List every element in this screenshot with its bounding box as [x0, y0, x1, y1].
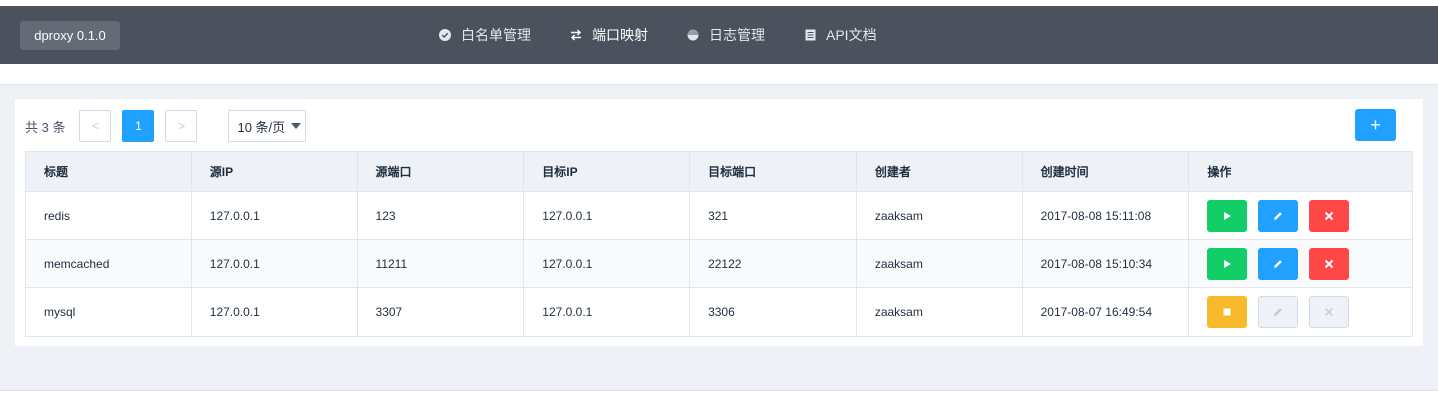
cell-created-time: 2017-08-08 15:11:08 [1023, 192, 1190, 239]
table-header: 标题 源IP 源端口 目标IP 目标端口 创建者 创建时间 操作 [26, 152, 1412, 192]
stop-icon [1223, 308, 1231, 316]
nav-item-label: API文档 [826, 27, 877, 43]
nav-item-label: 日志管理 [709, 27, 765, 43]
play-icon [1224, 211, 1232, 220]
port-mapping-table: 标题 源IP 源端口 目标IP 目标端口 创建者 创建时间 操作 redis 1… [25, 151, 1413, 337]
cell-dst-ip: 127.0.0.1 [524, 192, 691, 239]
cell-title: memcached [26, 240, 192, 287]
edit-button[interactable] [1258, 247, 1299, 280]
cell-creator: zaaksam [857, 240, 1023, 287]
close-icon [1325, 259, 1334, 268]
edit-button-disabled[interactable] [1258, 296, 1299, 328]
cell-dst-port: 3306 [690, 288, 857, 336]
cell-dst-ip: 127.0.0.1 [524, 288, 691, 336]
cell-dst-port: 22122 [690, 240, 857, 287]
cell-src-ip: 127.0.0.1 [192, 192, 358, 239]
close-icon [1325, 308, 1334, 316]
page-size-value: 10 条/页 [237, 119, 286, 135]
caret-down-icon [291, 123, 302, 129]
page-size-select[interactable]: 10 条/页 [228, 110, 307, 142]
table-row: mysql 127.0.0.1 3307 127.0.0.1 3306 zaak… [26, 288, 1412, 336]
cell-actions [1189, 192, 1412, 239]
stop-button[interactable] [1207, 296, 1248, 328]
cell-dst-ip: 127.0.0.1 [524, 240, 691, 287]
play-icon [1224, 259, 1232, 268]
add-mapping-button[interactable]: + [1355, 109, 1396, 141]
brand-logo[interactable]: dproxy 0.1.0 [20, 21, 120, 50]
pagination-total: 共 3 条 [25, 119, 66, 135]
column-header: 操作 [1207, 165, 1232, 179]
cell-created-time: 2017-08-08 15:10:34 [1023, 240, 1190, 287]
table-row: redis 127.0.0.1 123 127.0.0.1 321 zaaksa… [26, 192, 1412, 240]
cell-title: redis [26, 192, 192, 239]
cell-src-ip: 127.0.0.1 [192, 288, 358, 336]
page-number-current[interactable]: 1 [122, 110, 155, 142]
edit-button[interactable] [1258, 199, 1299, 232]
cell-actions [1189, 240, 1412, 287]
document-icon [803, 28, 817, 42]
nav-item-logs[interactable]: 日志管理 [686, 25, 765, 45]
cell-src-port: 123 [358, 192, 525, 239]
nav-item-label: 端口映射 [592, 27, 648, 43]
prev-page-button[interactable]: < [79, 110, 112, 142]
nav-item-port-mapping[interactable]: 端口映射 [569, 25, 648, 45]
nav-item-whitelist[interactable]: 白名单管理 [438, 25, 531, 45]
column-header: 标题 [26, 152, 192, 191]
column-header: 源端口 [358, 152, 525, 191]
pie-chart-icon [686, 28, 700, 42]
pencil-icon [1274, 259, 1283, 268]
pagination: 共 3 条 < 1 > 10 条/页 [25, 110, 307, 142]
column-header: 源IP [192, 152, 358, 191]
swap-arrows-icon [569, 28, 583, 42]
port-mapping-panel: 共 3 条 < 1 > 10 条/页 + 标题 源IP 源端口 目标IP 目标端… [15, 99, 1423, 346]
cell-src-ip: 127.0.0.1 [192, 240, 358, 287]
delete-button-disabled[interactable] [1309, 296, 1350, 328]
cell-src-port: 3307 [358, 288, 525, 336]
cell-created-time: 2017-08-07 16:49:54 [1023, 288, 1190, 336]
nav-item-api-docs[interactable]: API文档 [803, 25, 877, 45]
delete-button[interactable] [1309, 199, 1350, 232]
column-header: 创建时间 [1023, 152, 1190, 191]
start-button[interactable] [1207, 247, 1248, 280]
start-button[interactable] [1207, 199, 1248, 232]
delete-button[interactable] [1309, 247, 1350, 280]
next-page-button[interactable]: > [165, 110, 198, 142]
cell-dst-port: 321 [690, 192, 857, 239]
cell-title: mysql [26, 288, 192, 336]
column-header: 目标端口 [690, 152, 857, 191]
close-icon [1325, 211, 1334, 220]
cell-src-port: 11211 [358, 240, 525, 287]
column-header: 创建者 [857, 152, 1023, 191]
main-nav: 白名单管理 端口映射 日志管理 API文档 [438, 6, 915, 64]
cell-creator: zaaksam [857, 192, 1023, 239]
cell-actions [1189, 288, 1412, 336]
pencil-icon [1274, 308, 1283, 316]
column-header: 目标IP [524, 152, 691, 191]
check-circle-icon [438, 28, 452, 42]
table-row: memcached 127.0.0.1 11211 127.0.0.1 2212… [26, 240, 1412, 288]
pencil-icon [1274, 211, 1283, 220]
nav-item-label: 白名单管理 [461, 27, 531, 43]
cell-creator: zaaksam [857, 288, 1023, 336]
